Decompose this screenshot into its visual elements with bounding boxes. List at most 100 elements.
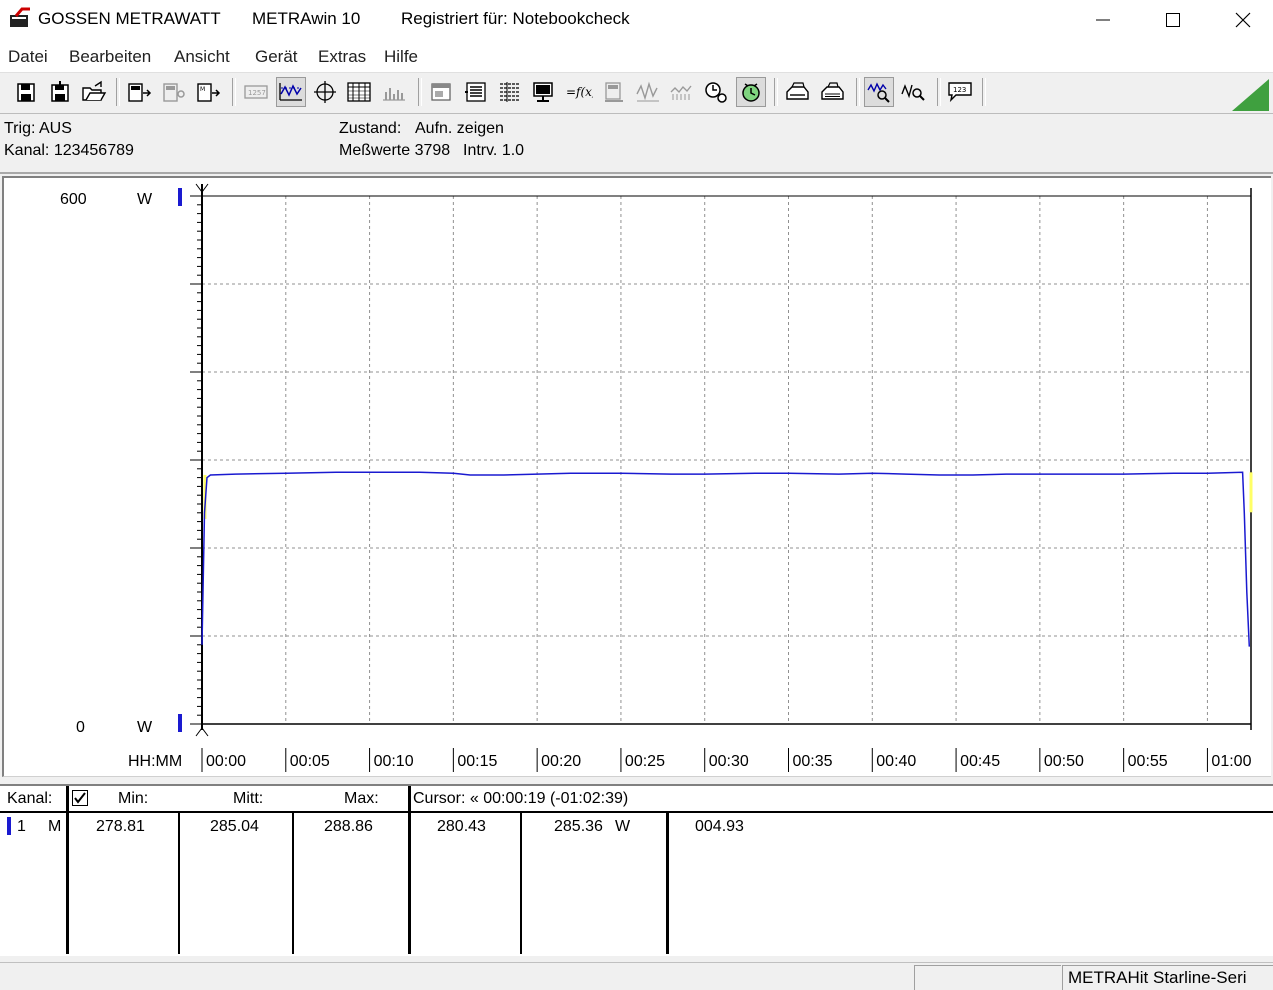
- crosshair-icon: [314, 81, 336, 103]
- bargraph-button[interactable]: [379, 77, 409, 107]
- clock-settings-icon: [705, 82, 727, 103]
- open-button[interactable]: [79, 77, 109, 107]
- device-memory-button[interactable]: M: [193, 77, 223, 107]
- row-mitt: 285.04: [210, 818, 259, 835]
- menu-bearbeiten[interactable]: Bearbeiten: [69, 47, 151, 67]
- menu-datei[interactable]: Datei: [8, 47, 48, 67]
- minimize-icon: [1096, 19, 1110, 21]
- zoom-search-icon: [901, 84, 925, 101]
- app-name: GOSSEN METRAWATT: [38, 9, 221, 28]
- zoom-search-button[interactable]: [898, 77, 928, 107]
- chart-area[interactable]: 00:00 00:05 00:10 00:15 00:20 00:25 00:30 00:35…: [2, 176, 1271, 777]
- list-detail-button[interactable]: [495, 77, 525, 107]
- print-icon: [786, 82, 809, 100]
- x-tick-label: 00:30: [709, 753, 749, 770]
- x-tick-label: 00:55: [1128, 753, 1168, 770]
- save-as-button[interactable]: [45, 77, 75, 107]
- list-button[interactable]: [461, 77, 491, 107]
- trigger-status: Trig: AUS: [4, 120, 72, 137]
- row-cursor-value: 280.43: [437, 818, 486, 835]
- close-button[interactable]: [1208, 0, 1273, 40]
- x-tick-label: 00:50: [1044, 753, 1084, 770]
- row-mode: M: [48, 818, 62, 835]
- message-button[interactable]: 123: [945, 77, 975, 107]
- open-folder-icon: [82, 80, 107, 101]
- menu-extras[interactable]: Extras: [318, 47, 366, 67]
- y-bottom-label: 0: [76, 719, 85, 736]
- chart-grid: [202, 196, 1251, 724]
- crosshair-button[interactable]: [310, 77, 340, 107]
- registration-text: Registriert für: Notebookcheck: [401, 9, 630, 28]
- zoom-waveform-icon: [867, 82, 890, 103]
- device-disabled-button[interactable]: [159, 77, 189, 107]
- list-icon: [465, 82, 486, 102]
- row-max: 288.86: [324, 818, 373, 835]
- save-disk-icon: [17, 83, 35, 102]
- x-tick-label: 01:00: [1211, 753, 1251, 770]
- y-top-label: 600: [60, 191, 87, 208]
- print-button[interactable]: [782, 77, 812, 107]
- waveform-view-button[interactable]: [276, 77, 306, 107]
- y-bottom-unit: W: [137, 719, 153, 736]
- window-icon: [431, 83, 451, 101]
- device-read-icon: [128, 83, 152, 102]
- table-column-divider: [520, 813, 522, 954]
- row-channel: 1: [17, 818, 26, 835]
- svg-text:1257: 1257: [248, 89, 266, 97]
- toolbar-separator: [774, 78, 778, 106]
- clock-trigger-button[interactable]: [736, 77, 766, 107]
- waveform-icon: [279, 83, 302, 101]
- toolbar-separator: [937, 78, 941, 106]
- header-checkbox[interactable]: [72, 790, 88, 806]
- table-view-button[interactable]: [344, 77, 374, 107]
- clock-settings-button[interactable]: [701, 77, 731, 107]
- minimize-button[interactable]: [1068, 0, 1138, 40]
- device-read-button[interactable]: [124, 77, 154, 107]
- x-tick-label: 00:05: [290, 753, 330, 770]
- meter-button[interactable]: [599, 77, 629, 107]
- maximize-button[interactable]: [1138, 0, 1208, 40]
- interval-value: Intrv. 1.0: [463, 142, 525, 159]
- print-preview-button[interactable]: [817, 77, 847, 107]
- bargraph-disabled-icon: [383, 88, 405, 101]
- y-axis-ticks: [190, 195, 202, 725]
- x-tick-label: 00:00: [206, 753, 246, 770]
- wave-button[interactable]: [633, 77, 663, 107]
- row-value2: 285.36: [554, 818, 603, 835]
- svg-text:M: M: [200, 86, 205, 93]
- menu-hilfe[interactable]: Hilfe: [384, 47, 418, 67]
- table-column-divider: [66, 786, 69, 954]
- x-tick-label: 00:45: [960, 753, 1000, 770]
- power-chart[interactable]: 00:00 00:05 00:10 00:15 00:20 00:25 00:30 00:35…: [4, 178, 1271, 776]
- table-column-divider: [408, 786, 411, 954]
- monitor-button[interactable]: [529, 77, 559, 107]
- trend-button[interactable]: [667, 77, 697, 107]
- info-panel: Trig: AUS Kanal: 123456789 Zustand: Aufn…: [0, 114, 1273, 174]
- series-line: [201, 471, 1251, 647]
- menu-geraet[interactable]: Gerät: [255, 47, 298, 67]
- header-max: Max:: [344, 790, 379, 807]
- x-tick-label: 00:20: [541, 753, 581, 770]
- device-name: METRAHit Starline-Seri: [1068, 968, 1247, 987]
- meter-disabled-icon: [605, 82, 623, 102]
- x-axis-label: HH:MM: [128, 753, 182, 770]
- menu-ansicht[interactable]: Ansicht: [174, 47, 230, 67]
- header-min: Min:: [118, 790, 149, 807]
- wave-disabled-icon: [636, 81, 659, 102]
- formula-button[interactable]: =f(x): [564, 77, 594, 107]
- zoom-waveform-button[interactable]: [864, 77, 894, 107]
- window-button[interactable]: [426, 77, 456, 107]
- toolbar: M 1257 =f(x): [0, 73, 1273, 114]
- product-name: METRAwin 10: [252, 9, 361, 28]
- chart-series: [201, 471, 1253, 647]
- row-value3: 004.93: [695, 818, 744, 835]
- display-disabled-button[interactable]: 1257: [241, 77, 271, 107]
- svg-text:123: 123: [953, 86, 966, 94]
- table-column-divider: [666, 813, 669, 954]
- title-bar: GOSSEN METRAWATT METRAwin 10 Registriert…: [0, 0, 1273, 40]
- save-button[interactable]: [11, 77, 41, 107]
- row-min: 278.81: [96, 818, 145, 835]
- toolbar-separator: [418, 78, 422, 106]
- header-kanal: Kanal:: [7, 790, 53, 807]
- display-disabled-icon: 1257: [244, 85, 268, 99]
